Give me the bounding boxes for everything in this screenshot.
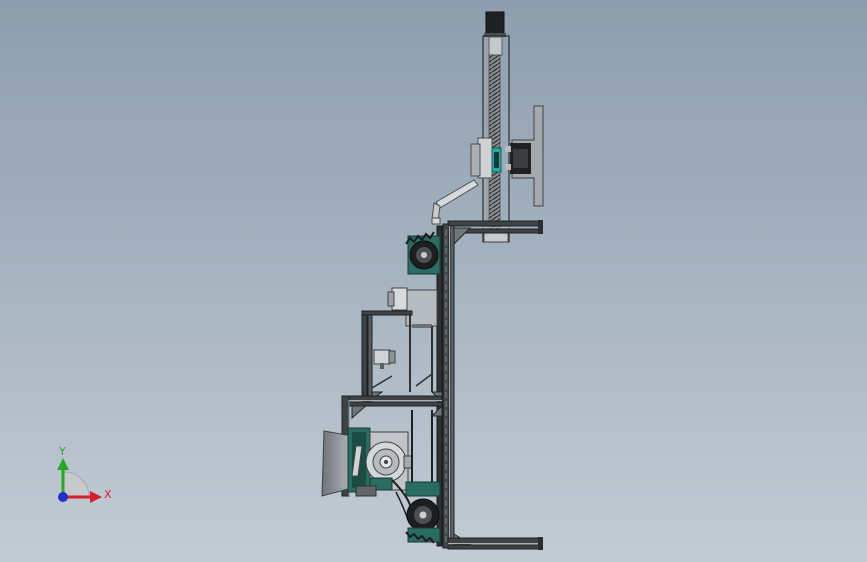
side-motor-face <box>513 149 528 168</box>
triad-rotation-arc <box>63 471 90 498</box>
control-box <box>387 287 438 328</box>
bottom-crossbar <box>447 537 543 550</box>
z-axis-module[interactable] <box>470 11 510 243</box>
machine-assembly[interactable] <box>321 11 544 550</box>
upper-wheel <box>405 231 441 275</box>
x-axis-arrow-icon <box>90 491 102 503</box>
mount-plate-left <box>470 143 481 177</box>
stepper-motor-top <box>485 11 505 37</box>
z-axis-dot <box>58 492 68 502</box>
coupler <box>488 36 503 56</box>
side-motor-connector <box>505 164 511 170</box>
y-axis-label: Y <box>58 445 66 458</box>
side-motor-assembly[interactable] <box>505 105 544 207</box>
coordinate-triad[interactable]: Y X <box>57 445 112 503</box>
lower-wheel <box>405 481 441 544</box>
y-axis-arrow-icon <box>57 458 69 470</box>
x-axis-label: X <box>104 488 112 501</box>
cad-viewport[interactable]: Y X <box>0 0 867 562</box>
carriage-nut-core <box>494 152 499 168</box>
sensor-block <box>373 349 396 369</box>
side-motor-connector <box>505 146 511 152</box>
cable-arm <box>431 179 479 225</box>
